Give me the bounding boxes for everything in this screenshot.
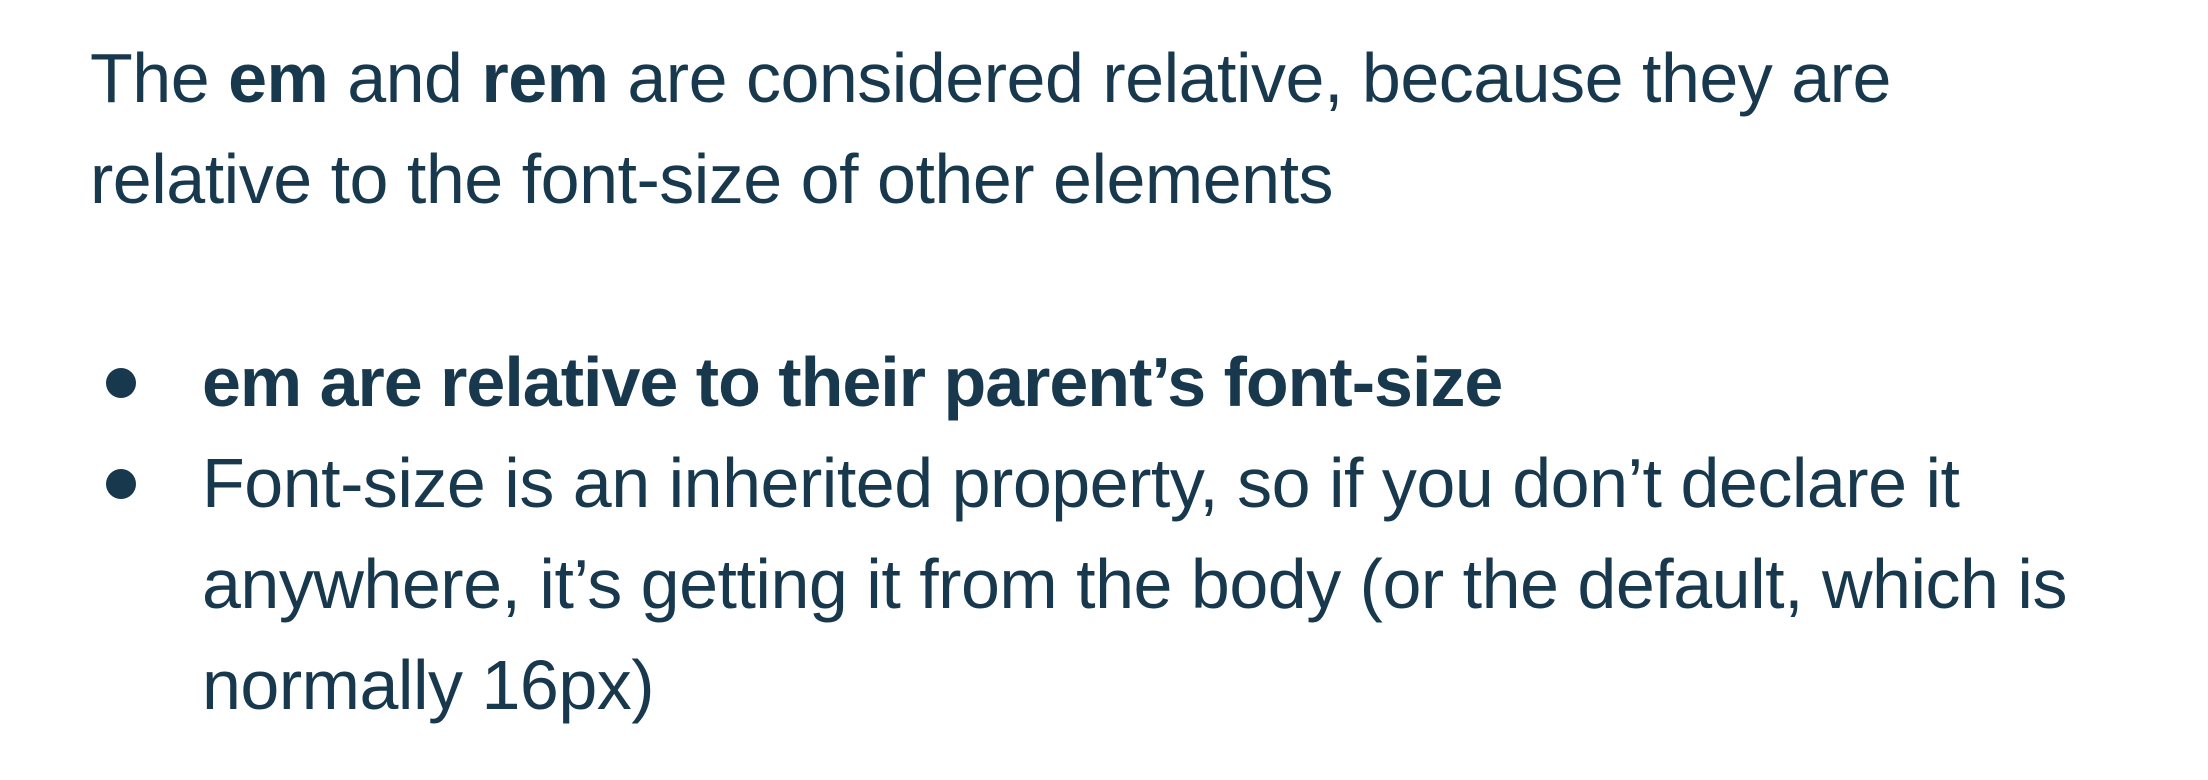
bullet-item-em-relative: em are relative to their parent’s font-s… (90, 332, 2150, 433)
intro-term-em: em (228, 39, 329, 117)
bullet-text: Font-size is an inherited property, so i… (202, 444, 2067, 724)
intro-text-pre: The (90, 39, 229, 117)
bullet-item-inherited-property: Font-size is an inherited property, so i… (90, 433, 2150, 736)
intro-term-rem: rem (481, 39, 609, 117)
slide-content: The em and rem are considered relative, … (90, 28, 2150, 724)
intro-paragraph: The em and rem are considered relative, … (90, 28, 2090, 230)
bullet-list: em are relative to their parent’s font-s… (90, 332, 2150, 736)
bullet-dot-icon (106, 469, 136, 499)
intro-text-mid: and (328, 39, 482, 117)
bullet-dot-icon (106, 368, 136, 398)
bullet-text: em are relative to their parent’s font-s… (202, 343, 1503, 421)
